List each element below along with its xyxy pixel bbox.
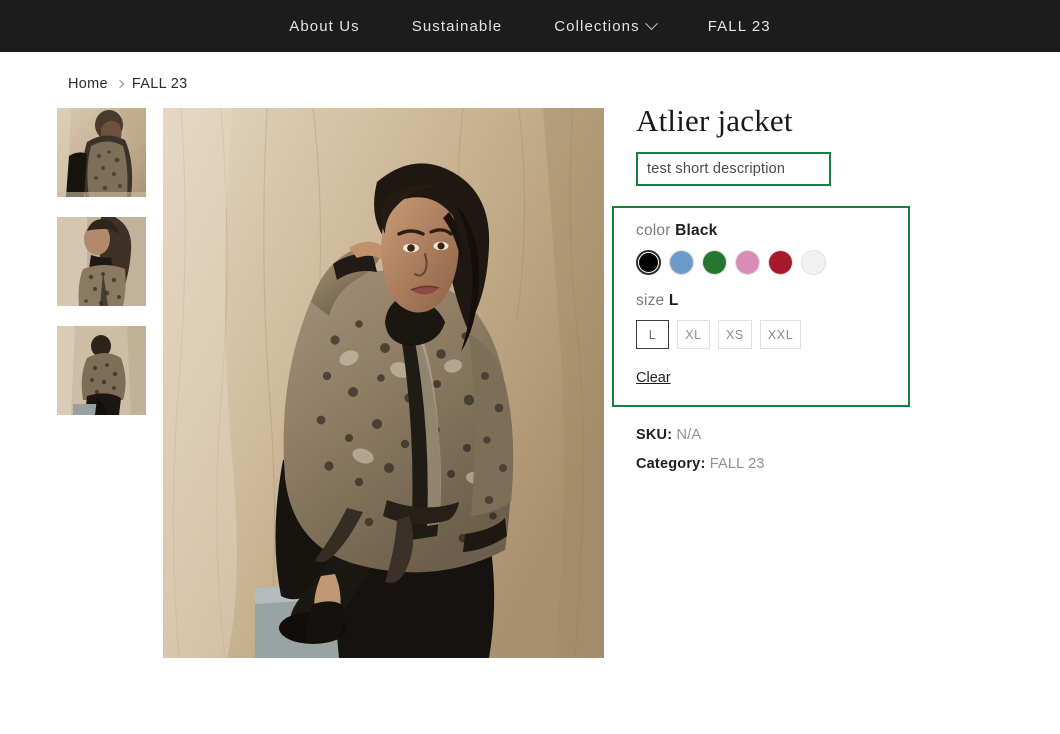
sku-label: SKU: — [636, 427, 673, 444]
category-label: Category: — [636, 456, 706, 473]
size-option-xs[interactable]: XS — [718, 320, 752, 350]
color-label-text: color — [636, 222, 671, 240]
clear-variations-link[interactable]: Clear — [636, 370, 671, 386]
swatch-dot — [769, 251, 792, 275]
product-summary: Atlier jacket test short description col… — [612, 103, 936, 485]
color-swatch-list — [636, 250, 886, 276]
short-description-field[interactable]: test short description — [636, 152, 831, 187]
page-title: Atlier jacket — [636, 103, 793, 138]
nav-item-label: Sustainable — [411, 17, 503, 35]
color-swatch-black[interactable] — [636, 250, 661, 276]
color-swatch-white[interactable] — [801, 250, 826, 276]
chevron-down-icon — [644, 16, 658, 30]
product-thumbnail-gallery — [57, 108, 146, 415]
nav-item-collections[interactable]: Collections — [528, 16, 681, 35]
color-swatch-red[interactable] — [768, 250, 793, 276]
product-main-image[interactable] — [163, 108, 604, 658]
color-selected-value: Black — [675, 222, 718, 240]
nav-item-label: FALL 23 — [707, 17, 771, 35]
size-selected-value: L — [668, 292, 679, 310]
thumbnail-3[interactable] — [57, 326, 146, 415]
nav-item-label: Collections — [554, 17, 640, 35]
thumbnail-2[interactable] — [57, 217, 146, 306]
product-meta: SKU: N/A Category: FALL 23 — [636, 427, 936, 472]
nav-item-about-us[interactable]: About Us — [263, 18, 386, 35]
sku-row: SKU: N/A — [636, 427, 936, 443]
breadcrumb-current: FALL 23 — [131, 76, 188, 92]
size-option-xl[interactable]: XL — [677, 320, 710, 350]
color-swatch-blue[interactable] — [669, 250, 694, 276]
size-option-xxl[interactable]: XXL — [759, 320, 802, 350]
size-option-list: L XL XS XXL — [636, 320, 886, 350]
variations-form: color Black size L L XL XS XXL Clear — [612, 206, 910, 408]
sku-value: N/A — [676, 427, 702, 444]
color-swatch-green[interactable] — [702, 250, 727, 276]
nav-item-sustainable[interactable]: Sustainable — [386, 18, 529, 35]
swatch-dot — [736, 251, 759, 275]
short-description-text: test short description — [647, 161, 786, 178]
size-label-text: size — [636, 292, 665, 310]
nav-item-fall-23[interactable]: FALL 23 — [682, 18, 797, 35]
chevron-right-icon — [115, 79, 125, 89]
size-option-l[interactable]: L — [636, 320, 669, 350]
category-row: Category: FALL 23 — [636, 456, 936, 472]
thumbnail-1[interactable] — [57, 108, 146, 197]
color-attribute-label: color Black — [636, 222, 886, 240]
nav-item-label: About Us — [289, 17, 360, 35]
category-value-link[interactable]: FALL 23 — [710, 456, 765, 472]
main-navigation: About Us Sustainable Collections FALL 23 — [0, 0, 1060, 52]
swatch-dot — [670, 251, 693, 275]
swatch-dot — [802, 251, 825, 275]
breadcrumb-home-link[interactable]: Home — [68, 76, 108, 92]
swatch-dot — [639, 253, 658, 273]
color-swatch-pink[interactable] — [735, 250, 760, 276]
size-attribute-label: size L — [636, 292, 886, 310]
breadcrumb: Home FALL 23 — [68, 76, 187, 92]
swatch-dot — [703, 251, 726, 275]
